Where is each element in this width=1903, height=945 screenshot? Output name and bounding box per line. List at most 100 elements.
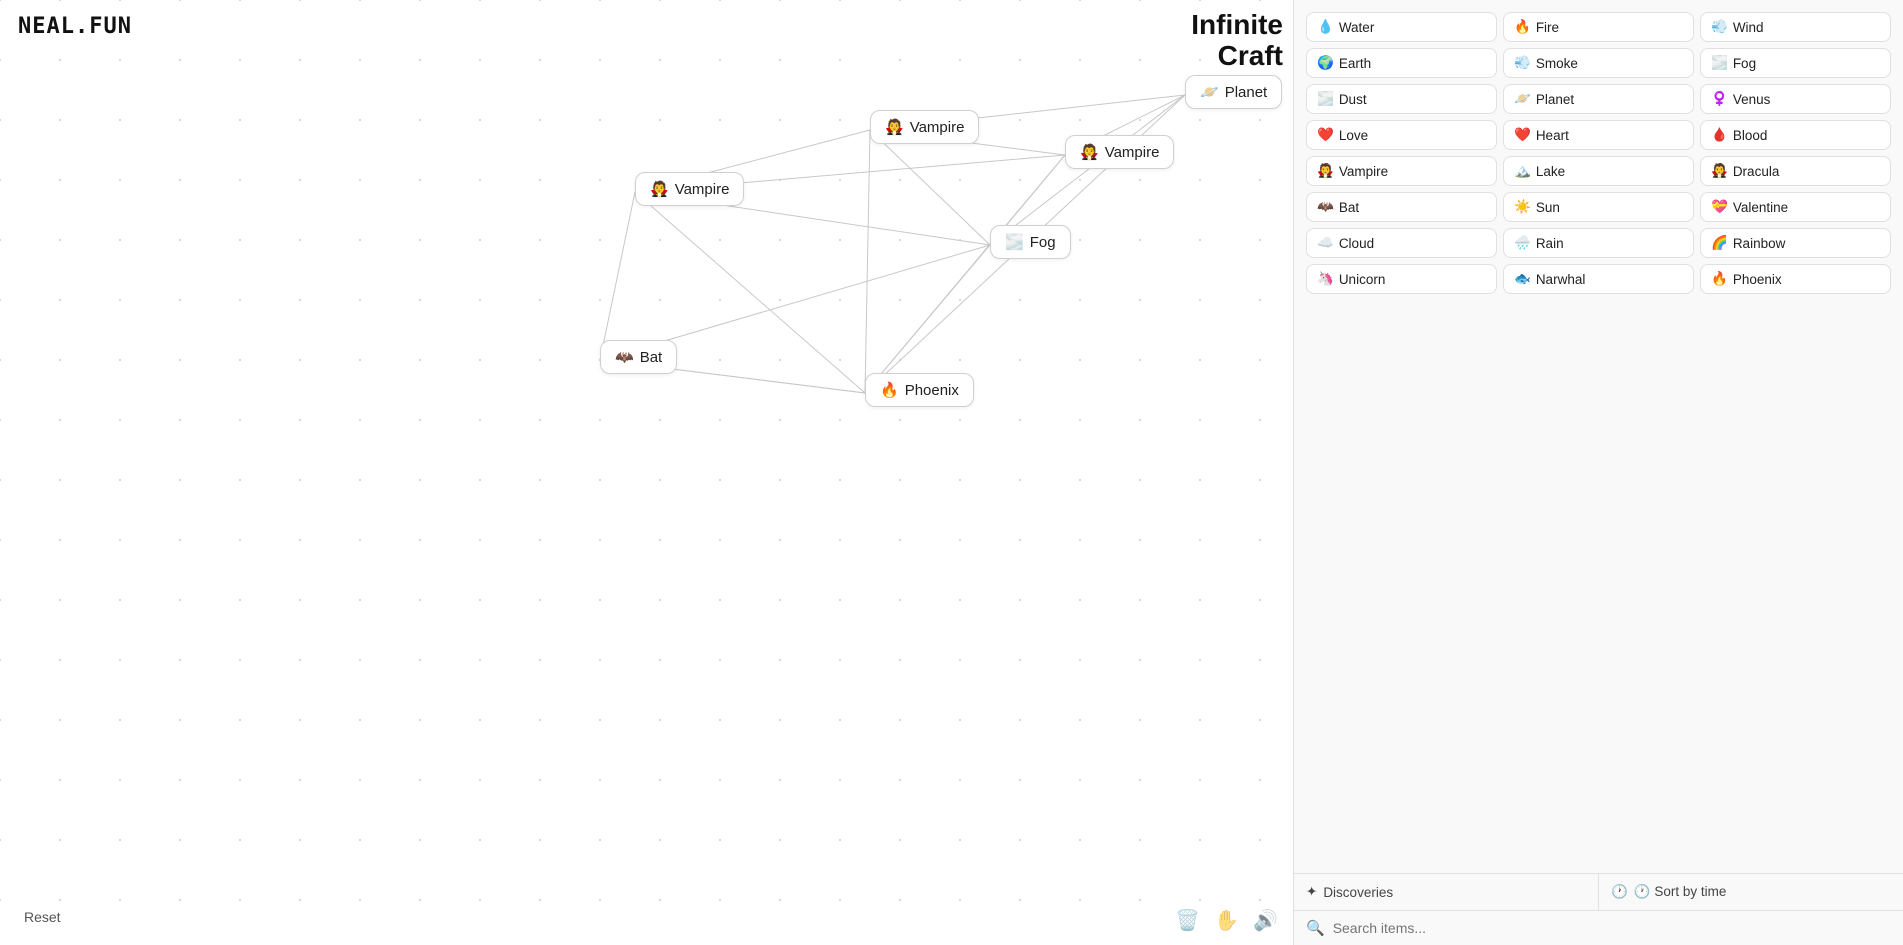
item-chip[interactable]: 🧛Vampire bbox=[1306, 156, 1497, 186]
item-label: Dracula bbox=[1733, 164, 1780, 179]
item-label: Fire bbox=[1536, 20, 1559, 35]
item-label: Smoke bbox=[1536, 56, 1578, 71]
search-bar: 🔍 bbox=[1294, 911, 1903, 945]
item-chip[interactable]: 🌧️ Rain bbox=[1503, 228, 1694, 258]
item-emoji: 🧛 bbox=[1711, 163, 1728, 179]
item-emoji: 💨 bbox=[1711, 19, 1728, 35]
item-chip[interactable]: 💝 Valentine bbox=[1700, 192, 1891, 222]
item-chip[interactable]: ♀️ Venus bbox=[1700, 84, 1891, 114]
item-chip[interactable]: 🌫️Dust bbox=[1306, 84, 1497, 114]
item-emoji: 💨 bbox=[1514, 55, 1531, 71]
node-label: Planet bbox=[1225, 84, 1268, 101]
item-chip[interactable]: ☁️Cloud bbox=[1306, 228, 1497, 258]
node-label: Vampire bbox=[1105, 144, 1160, 161]
node-bat[interactable]: 🦇 Bat bbox=[600, 340, 677, 374]
item-label: Blood bbox=[1733, 128, 1768, 143]
item-label: Bat bbox=[1339, 200, 1359, 215]
clock-icon: 🕐 bbox=[1611, 884, 1628, 900]
item-label: Wind bbox=[1733, 20, 1764, 35]
item-label: Venus bbox=[1733, 92, 1771, 107]
item-chip[interactable]: 💨 Smoke bbox=[1503, 48, 1694, 78]
node-fog[interactable]: 🌫️ Fog bbox=[990, 225, 1071, 259]
item-chip[interactable]: 🦇 Bat bbox=[1306, 192, 1497, 222]
canvas-area[interactable]: NEAL.FUN Reset 🪐Planet🧛Vampire🧛Vampire🧛V… bbox=[0, 0, 1290, 945]
title-line1: Infinite bbox=[1191, 10, 1283, 41]
node-vampire1[interactable]: 🧛 Vampire bbox=[870, 110, 979, 144]
node-phoenix[interactable]: 🔥 Phoenix bbox=[865, 373, 974, 407]
trash-icon[interactable]: 🗑️ bbox=[1175, 908, 1200, 933]
node-vampire3[interactable]: 🧛Vampire bbox=[635, 172, 744, 206]
item-chip[interactable]: 🏔️Lake bbox=[1503, 156, 1694, 186]
node-emoji: 🪐 bbox=[1200, 83, 1219, 101]
node-emoji: 🧛 bbox=[1080, 143, 1099, 161]
item-chip[interactable]: 🔥 Phoenix bbox=[1700, 264, 1891, 294]
item-label: Earth bbox=[1339, 56, 1371, 71]
item-emoji: 🦇 bbox=[1317, 199, 1334, 215]
sort-button[interactable]: 🕐 🕐 Sort by time bbox=[1599, 874, 1903, 910]
item-emoji: ♀️ bbox=[1711, 91, 1728, 107]
node-emoji: 🌫️ bbox=[1005, 233, 1024, 251]
item-chip[interactable]: ❤️ Heart bbox=[1503, 120, 1694, 150]
sort-label: 🕐 Sort by time bbox=[1634, 884, 1727, 900]
node-label: Phoenix bbox=[905, 382, 959, 399]
item-label: Water bbox=[1339, 20, 1375, 35]
item-label: Rainbow bbox=[1733, 236, 1786, 251]
item-emoji: ☀️ bbox=[1514, 199, 1531, 215]
item-chip[interactable]: 🌈Rainbow bbox=[1700, 228, 1891, 258]
item-label: Lake bbox=[1536, 164, 1565, 179]
item-chip[interactable]: 💧Water bbox=[1306, 12, 1497, 42]
item-chip[interactable]: 🌫️Fog bbox=[1700, 48, 1891, 78]
search-input[interactable] bbox=[1333, 920, 1891, 936]
node-emoji: 🦇 bbox=[615, 348, 634, 366]
item-chip[interactable]: ❤️Love bbox=[1306, 120, 1497, 150]
item-emoji: 🪐 bbox=[1514, 91, 1531, 107]
item-emoji: ❤️ bbox=[1514, 127, 1531, 143]
item-emoji: ☁️ bbox=[1317, 235, 1334, 251]
title-line2: Craft bbox=[1191, 41, 1283, 72]
item-label: Valentine bbox=[1733, 200, 1788, 215]
items-container: 💧Water🔥Fire💨Wind🌍Earth💨Smoke🌫️Fog🌫️Dust🪐… bbox=[1294, 0, 1903, 873]
sidebar-bottom: ✦ Discoveries 🕐 🕐 Sort by time 🔍 bbox=[1294, 873, 1903, 945]
search-icon: 🔍 bbox=[1306, 919, 1325, 937]
node-label: Fog bbox=[1030, 234, 1056, 251]
node-vampire2[interactable]: 🧛 Vampire bbox=[1065, 135, 1174, 169]
node-label: Bat bbox=[640, 349, 663, 366]
item-chip[interactable]: 🌍 Earth bbox=[1306, 48, 1497, 78]
item-chip[interactable]: 🦄Unicorn bbox=[1306, 264, 1497, 294]
item-label: Vampire bbox=[1339, 164, 1388, 179]
discoveries-bar: ✦ Discoveries 🕐 🕐 Sort by time bbox=[1294, 874, 1903, 911]
item-label: Sun bbox=[1536, 200, 1560, 215]
item-label: Narwhal bbox=[1536, 272, 1586, 287]
discoveries-button[interactable]: ✦ Discoveries bbox=[1294, 874, 1599, 910]
item-label: Love bbox=[1339, 128, 1368, 143]
node-label: Vampire bbox=[910, 119, 965, 136]
item-label: Phoenix bbox=[1733, 272, 1782, 287]
item-emoji: 🦄 bbox=[1317, 271, 1334, 287]
node-planet[interactable]: 🪐 Planet bbox=[1185, 75, 1282, 109]
node-label: Vampire bbox=[675, 181, 730, 198]
hand-icon[interactable]: ✋ bbox=[1214, 908, 1239, 933]
item-emoji: 🌍 bbox=[1317, 55, 1334, 71]
item-chip[interactable]: 💨 Wind bbox=[1700, 12, 1891, 42]
sound-icon[interactable]: 🔊 bbox=[1253, 908, 1278, 933]
item-chip[interactable]: 🐟Narwhal bbox=[1503, 264, 1694, 294]
item-emoji: 🌧️ bbox=[1514, 235, 1531, 251]
node-emoji: 🔥 bbox=[880, 381, 899, 399]
logo: NEAL.FUN bbox=[18, 14, 132, 39]
item-emoji: 💝 bbox=[1711, 199, 1728, 215]
discoveries-icon: ✦ bbox=[1306, 884, 1317, 900]
item-emoji: 🌫️ bbox=[1317, 91, 1334, 107]
item-chip[interactable]: 🧛 Dracula bbox=[1700, 156, 1891, 186]
item-emoji: 🔥 bbox=[1711, 271, 1728, 287]
item-label: Rain bbox=[1536, 236, 1564, 251]
item-emoji: 🌫️ bbox=[1711, 55, 1728, 71]
item-chip[interactable]: 🔥 Fire bbox=[1503, 12, 1694, 42]
item-chip[interactable]: ☀️ Sun bbox=[1503, 192, 1694, 222]
reset-button[interactable]: Reset bbox=[16, 905, 69, 929]
item-label: Heart bbox=[1536, 128, 1569, 143]
item-chip[interactable]: 🪐Planet bbox=[1503, 84, 1694, 114]
items-grid: 💧Water🔥Fire💨Wind🌍Earth💨Smoke🌫️Fog🌫️Dust🪐… bbox=[1302, 8, 1895, 298]
node-emoji: 🧛 bbox=[885, 118, 904, 136]
item-emoji: 🔥 bbox=[1514, 19, 1531, 35]
item-chip[interactable]: 🩸Blood bbox=[1700, 120, 1891, 150]
